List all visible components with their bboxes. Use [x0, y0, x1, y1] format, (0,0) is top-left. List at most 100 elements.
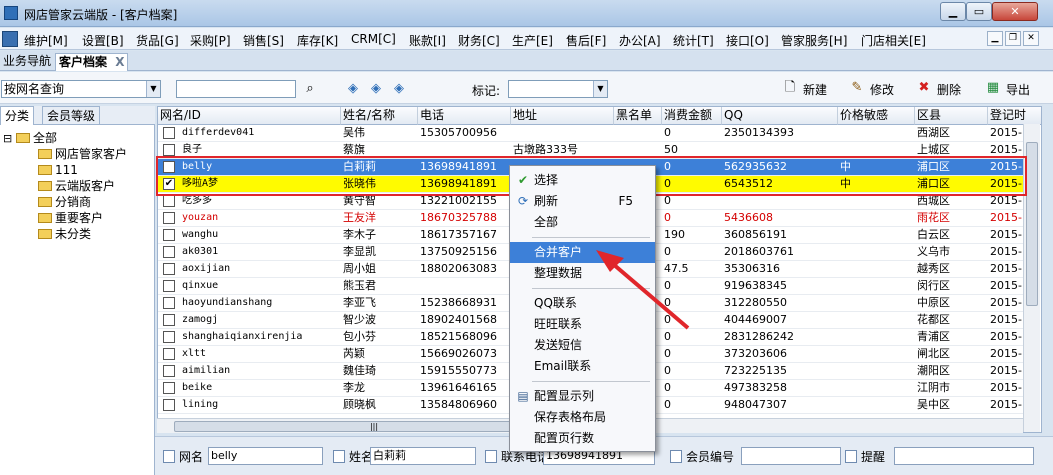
member-no-field[interactable] — [741, 447, 841, 465]
menu-item-select[interactable]: ✔ 选择 — [510, 170, 655, 191]
tab-business-nav[interactable]: 业务导航 — [0, 53, 54, 71]
row-checkbox[interactable] — [163, 263, 175, 275]
col-header-district[interactable]: 区县 — [915, 107, 988, 125]
menu-item-all[interactable]: 全部 — [510, 212, 655, 233]
menu-item-qq-contact[interactable]: QQ联系 — [510, 293, 655, 314]
menu-item-send-sms[interactable]: 发送短信 — [510, 335, 655, 356]
col-header-nick[interactable]: 网名/ID — [158, 107, 341, 125]
row-checkbox[interactable] — [163, 399, 175, 411]
edit-button[interactable]: 修改 — [870, 81, 894, 98]
tree-node-111[interactable]: 111 — [38, 163, 78, 178]
row-checkbox[interactable] — [163, 195, 175, 207]
row-checkbox[interactable] — [163, 246, 175, 258]
menu-finance[interactable]: 财务[C] — [458, 32, 500, 49]
row-checkbox[interactable] — [163, 297, 175, 309]
menu-item-refresh[interactable]: ⟳ 刷新 F5 — [510, 191, 655, 212]
delete-x-icon[interactable]: ✖ — [916, 80, 932, 96]
tree-node-all[interactable]: ⊟ 全部 — [3, 131, 57, 146]
col-header-amount[interactable]: 消费金额 — [662, 107, 722, 125]
mdi-minimize-button[interactable]: ▁ — [987, 31, 1003, 46]
minimize-button[interactable]: ▁ — [940, 2, 966, 21]
mdi-close-button[interactable]: ✕ — [1023, 31, 1039, 46]
user-edit-icon[interactable]: ◈ — [368, 81, 384, 97]
row-checkbox[interactable] — [163, 365, 175, 377]
scroll-thumb[interactable] — [1026, 142, 1038, 306]
tree-node-wdgj-customer[interactable]: 网店管家客户 — [38, 147, 127, 162]
tab-category[interactable]: 分类 — [0, 106, 35, 125]
menu-item-wangwang-contact[interactable]: 旺旺联系 — [510, 314, 655, 335]
menu-interface[interactable]: 接口[O] — [726, 32, 769, 49]
row-checkbox[interactable] — [163, 144, 175, 156]
menu-item-config-columns[interactable]: ▤ 配置显示列 — [510, 386, 655, 407]
col-header-regtime[interactable]: 登记时 — [988, 107, 1041, 125]
app-menu-icon[interactable] — [2, 31, 18, 47]
edit-pencil-icon[interactable]: ✎ — [849, 80, 865, 96]
col-header-phone[interactable]: 电话 — [418, 107, 511, 125]
menu-service[interactable]: 管家服务[H] — [781, 32, 847, 49]
delete-button[interactable]: 删除 — [937, 81, 961, 98]
search-input[interactable] — [176, 80, 296, 98]
cell-district: 江阴市 — [917, 381, 950, 394]
new-button[interactable]: 新建 — [803, 81, 827, 98]
tab-customer-archive[interactable]: 客户档案 X — [55, 53, 129, 71]
menu-accounts[interactable]: 账款[I] — [409, 32, 446, 49]
table-row[interactable]: differdev041 吴伟 15305700956 0 2350134393 西湖区 2… — [158, 125, 1028, 142]
folder-icon — [38, 229, 52, 239]
export-button[interactable]: 导出 — [1006, 81, 1030, 98]
menu-stock[interactable]: 库存[K] — [297, 32, 338, 49]
row-checkbox[interactable] — [163, 314, 175, 326]
mark-select[interactable]: ▼ — [508, 80, 608, 98]
col-header-blacklist[interactable]: 黑名单 — [614, 107, 662, 125]
export-excel-icon[interactable]: ▦ — [985, 80, 1001, 96]
cell-qq: 2350134393 — [724, 126, 794, 139]
maximize-button[interactable]: ▭ — [966, 2, 992, 21]
col-header-name[interactable]: 姓名/名称 — [341, 107, 418, 125]
row-checkbox[interactable] — [163, 331, 175, 343]
menu-production[interactable]: 生产[E] — [512, 32, 553, 49]
tree-node-distributor[interactable]: 分销商 — [38, 195, 91, 210]
search-mode-select[interactable]: 按网名查询 ▼ — [1, 80, 161, 98]
cell-qq: 948047307 — [724, 398, 787, 411]
row-checkbox[interactable] — [163, 212, 175, 224]
menu-purchase[interactable]: 采购[P] — [190, 32, 231, 49]
nick-field[interactable]: belly — [208, 447, 323, 465]
col-header-qq[interactable]: QQ — [722, 107, 838, 125]
menu-office[interactable]: 办公[A] — [619, 32, 661, 49]
tab-close-icon[interactable]: X — [115, 55, 124, 69]
new-doc-icon[interactable]: 🗋 — [782, 80, 798, 96]
row-checkbox[interactable] — [163, 229, 175, 241]
menu-aftersales[interactable]: 售后[F] — [566, 32, 606, 49]
tree-collapse-icon[interactable]: ⊟ — [3, 132, 12, 145]
tree-node-vip[interactable]: 重要客户 — [38, 211, 103, 226]
user-search-icon[interactable]: ◈ — [345, 81, 361, 97]
row-checkbox[interactable] — [163, 382, 175, 394]
col-header-price[interactable]: 价格敏感 — [838, 107, 915, 125]
tree-node-uncategorized[interactable]: 未分类 — [38, 227, 91, 242]
menu-item-save-layout[interactable]: 保存表格布局 — [510, 407, 655, 428]
menu-item-merge-customer[interactable]: 合并客户 — [510, 242, 655, 263]
mdi-restore-button[interactable]: ❐ — [1005, 31, 1021, 46]
menu-maintain[interactable]: 维护[M] — [24, 32, 68, 49]
name-field[interactable]: 白莉莉 — [370, 447, 476, 465]
search-icon[interactable]: ⌕ — [302, 81, 318, 97]
close-button[interactable]: ✕ — [992, 2, 1038, 21]
menu-item-email-contact[interactable]: Email联系 — [510, 356, 655, 377]
menu-crm[interactable]: CRM[C] — [351, 32, 396, 46]
menu-settings[interactable]: 设置[B] — [82, 32, 124, 49]
menu-item-organize-data[interactable]: 整理数据 — [510, 263, 655, 284]
remind-field[interactable] — [894, 447, 1034, 465]
row-checkbox[interactable] — [163, 127, 175, 139]
menu-goods[interactable]: 货品[G] — [136, 32, 179, 49]
row-checkbox[interactable] — [163, 348, 175, 360]
tree-node-cloud-customer[interactable]: 云端版客户 — [38, 179, 115, 194]
cell-price — [838, 363, 915, 380]
tab-member-level[interactable]: 会员等级 — [42, 106, 101, 125]
col-header-address[interactable]: 地址 — [511, 107, 614, 125]
menu-store[interactable]: 门店相关[E] — [861, 32, 926, 49]
cell-district: 闵行区 — [917, 279, 950, 292]
menu-statistics[interactable]: 统计[T] — [673, 32, 714, 49]
menu-item-config-page-rows[interactable]: 配置页行数 — [510, 428, 655, 449]
user-clear-icon[interactable]: ◈ — [391, 81, 407, 97]
menu-sales[interactable]: 销售[S] — [243, 32, 284, 49]
row-checkbox[interactable] — [163, 280, 175, 292]
